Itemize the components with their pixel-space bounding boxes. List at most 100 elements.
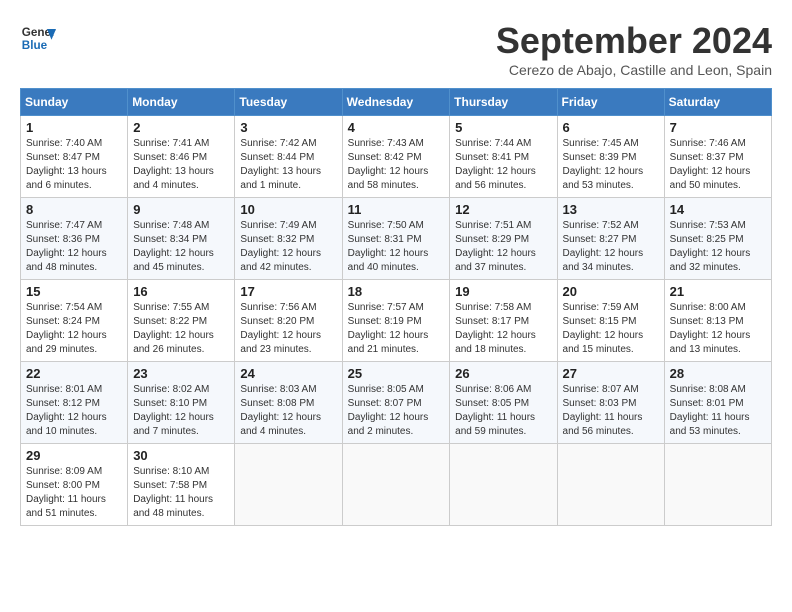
day-info: Sunrise: 7:47 AM Sunset: 8:36 PM Dayligh… (26, 219, 122, 275)
day-number: 11 (348, 202, 445, 217)
month-title: September 2024 (496, 20, 772, 62)
day-info: Sunrise: 7:57 AM Sunset: 8:19 PM Dayligh… (348, 301, 445, 357)
calendar-cell (235, 444, 342, 526)
day-info: Sunrise: 8:02 AM Sunset: 8:10 PM Dayligh… (133, 383, 229, 439)
calendar-cell: 28 Sunrise: 8:08 AM Sunset: 8:01 PM Dayli… (664, 362, 771, 444)
day-info: Sunrise: 7:50 AM Sunset: 8:31 PM Dayligh… (348, 219, 445, 275)
day-info: Sunrise: 8:10 AM Sunset: 7:58 PM Dayligh… (133, 465, 229, 521)
day-info: Sunrise: 8:09 AM Sunset: 8:00 PM Dayligh… (26, 465, 122, 521)
weekday-header-wednesday: Wednesday (342, 89, 450, 116)
weekday-header-thursday: Thursday (450, 89, 557, 116)
calendar-cell: 23 Sunrise: 8:02 AM Sunset: 8:10 PM Dayli… (128, 362, 235, 444)
weekday-header-row: SundayMondayTuesdayWednesdayThursdayFrid… (21, 89, 772, 116)
day-number: 22 (26, 366, 122, 381)
day-number: 13 (563, 202, 659, 217)
calendar-week-4: 22 Sunrise: 8:01 AM Sunset: 8:12 PM Dayli… (21, 362, 772, 444)
day-info: Sunrise: 7:51 AM Sunset: 8:29 PM Dayligh… (455, 219, 551, 275)
calendar-cell: 14 Sunrise: 7:53 AM Sunset: 8:25 PM Dayli… (664, 198, 771, 280)
day-number: 3 (240, 120, 336, 135)
calendar-cell: 30 Sunrise: 8:10 AM Sunset: 7:58 PM Dayli… (128, 444, 235, 526)
day-info: Sunrise: 7:49 AM Sunset: 8:32 PM Dayligh… (240, 219, 336, 275)
day-number: 24 (240, 366, 336, 381)
day-number: 17 (240, 284, 336, 299)
day-number: 19 (455, 284, 551, 299)
calendar-cell: 6 Sunrise: 7:45 AM Sunset: 8:39 PM Daylig… (557, 116, 664, 198)
day-number: 21 (670, 284, 766, 299)
day-info: Sunrise: 7:43 AM Sunset: 8:42 PM Dayligh… (348, 137, 445, 193)
day-number: 16 (133, 284, 229, 299)
calendar-cell: 21 Sunrise: 8:00 AM Sunset: 8:13 PM Dayli… (664, 280, 771, 362)
day-number: 6 (563, 120, 659, 135)
day-number: 5 (455, 120, 551, 135)
calendar-cell: 24 Sunrise: 8:03 AM Sunset: 8:08 PM Dayli… (235, 362, 342, 444)
day-info: Sunrise: 7:44 AM Sunset: 8:41 PM Dayligh… (455, 137, 551, 193)
calendar-cell: 20Sunrise: 7:59 AM Sunset: 8:15 PM Dayli… (557, 280, 664, 362)
day-info: Sunrise: 7:58 AM Sunset: 8:17 PM Dayligh… (455, 301, 551, 357)
day-number: 15 (26, 284, 122, 299)
day-number: 1 (26, 120, 122, 135)
day-info: Sunrise: 7:59 AM Sunset: 8:15 PM Dayligh… (563, 301, 659, 357)
day-info: Sunrise: 8:08 AM Sunset: 8:01 PM Dayligh… (670, 383, 766, 439)
calendar-week-3: 15 Sunrise: 7:54 AM Sunset: 8:24 PM Dayli… (21, 280, 772, 362)
day-info: Sunrise: 7:48 AM Sunset: 8:34 PM Dayligh… (133, 219, 229, 275)
logo: General Blue (20, 20, 56, 56)
calendar-cell: 10Sunrise: 7:49 AM Sunset: 8:32 PM Dayli… (235, 198, 342, 280)
day-info: Sunrise: 8:06 AM Sunset: 8:05 PM Dayligh… (455, 383, 551, 439)
day-info: Sunrise: 8:07 AM Sunset: 8:03 PM Dayligh… (563, 383, 659, 439)
calendar-cell: 7Sunrise: 7:46 AM Sunset: 8:37 PM Daylig… (664, 116, 771, 198)
calendar-cell: 4Sunrise: 7:43 AM Sunset: 8:42 PM Daylig… (342, 116, 450, 198)
day-number: 27 (563, 366, 659, 381)
page-header: General Blue September 2024 Cerezo de Ab… (20, 20, 772, 78)
calendar-cell (342, 444, 450, 526)
calendar-cell: 17Sunrise: 7:56 AM Sunset: 8:20 PM Dayli… (235, 280, 342, 362)
day-number: 2 (133, 120, 229, 135)
day-number: 7 (670, 120, 766, 135)
title-block: September 2024 Cerezo de Abajo, Castille… (496, 20, 772, 78)
day-info: Sunrise: 7:42 AM Sunset: 8:44 PM Dayligh… (240, 137, 336, 193)
calendar-cell: 12Sunrise: 7:51 AM Sunset: 8:29 PM Dayli… (450, 198, 557, 280)
calendar-cell: 29 Sunrise: 8:09 AM Sunset: 8:00 PM Dayli… (21, 444, 128, 526)
calendar-cell: 16Sunrise: 7:55 AM Sunset: 8:22 PM Dayli… (128, 280, 235, 362)
location-title: Cerezo de Abajo, Castille and Leon, Spai… (496, 62, 772, 78)
calendar-week-1: 1Sunrise: 7:40 AM Sunset: 8:47 PM Daylig… (21, 116, 772, 198)
day-info: Sunrise: 8:00 AM Sunset: 8:13 PM Dayligh… (670, 301, 766, 357)
calendar-cell: 22 Sunrise: 8:01 AM Sunset: 8:12 PM Dayli… (21, 362, 128, 444)
calendar-cell: 26Sunrise: 8:06 AM Sunset: 8:05 PM Dayli… (450, 362, 557, 444)
calendar-cell: 2Sunrise: 7:41 AM Sunset: 8:46 PM Daylig… (128, 116, 235, 198)
day-number: 8 (26, 202, 122, 217)
day-number: 9 (133, 202, 229, 217)
calendar-cell: 27 Sunrise: 8:07 AM Sunset: 8:03 PM Dayli… (557, 362, 664, 444)
calendar-cell: 25 Sunrise: 8:05 AM Sunset: 8:07 PM Dayli… (342, 362, 450, 444)
calendar-cell: 11 Sunrise: 7:50 AM Sunset: 8:31 PM Dayli… (342, 198, 450, 280)
day-number: 23 (133, 366, 229, 381)
calendar-table: SundayMondayTuesdayWednesdayThursdayFrid… (20, 88, 772, 526)
day-info: Sunrise: 7:45 AM Sunset: 8:39 PM Dayligh… (563, 137, 659, 193)
day-number: 29 (26, 448, 122, 463)
day-info: Sunrise: 8:05 AM Sunset: 8:07 PM Dayligh… (348, 383, 445, 439)
calendar-cell: 13 Sunrise: 7:52 AM Sunset: 8:27 PM Dayli… (557, 198, 664, 280)
calendar-cell: 3 Sunrise: 7:42 AM Sunset: 8:44 PM Daylig… (235, 116, 342, 198)
day-info: Sunrise: 8:01 AM Sunset: 8:12 PM Dayligh… (26, 383, 122, 439)
day-number: 25 (348, 366, 445, 381)
calendar-week-5: 29 Sunrise: 8:09 AM Sunset: 8:00 PM Dayli… (21, 444, 772, 526)
weekday-header-tuesday: Tuesday (235, 89, 342, 116)
calendar-cell: 19 Sunrise: 7:58 AM Sunset: 8:17 PM Dayli… (450, 280, 557, 362)
calendar-cell: 1Sunrise: 7:40 AM Sunset: 8:47 PM Daylig… (21, 116, 128, 198)
day-info: Sunrise: 8:03 AM Sunset: 8:08 PM Dayligh… (240, 383, 336, 439)
calendar-cell: 15 Sunrise: 7:54 AM Sunset: 8:24 PM Dayli… (21, 280, 128, 362)
day-number: 14 (670, 202, 766, 217)
logo-icon: General Blue (20, 20, 56, 56)
calendar-cell: 9 Sunrise: 7:48 AM Sunset: 8:34 PM Daylig… (128, 198, 235, 280)
day-number: 30 (133, 448, 229, 463)
day-number: 28 (670, 366, 766, 381)
calendar-cell (557, 444, 664, 526)
day-number: 18 (348, 284, 445, 299)
weekday-header-saturday: Saturday (664, 89, 771, 116)
day-info: Sunrise: 7:53 AM Sunset: 8:25 PM Dayligh… (670, 219, 766, 275)
weekday-header-sunday: Sunday (21, 89, 128, 116)
calendar-cell (450, 444, 557, 526)
calendar-cell: 8 Sunrise: 7:47 AM Sunset: 8:36 PM Daylig… (21, 198, 128, 280)
day-info: Sunrise: 7:54 AM Sunset: 8:24 PM Dayligh… (26, 301, 122, 357)
day-info: Sunrise: 7:52 AM Sunset: 8:27 PM Dayligh… (563, 219, 659, 275)
calendar-week-2: 8 Sunrise: 7:47 AM Sunset: 8:36 PM Daylig… (21, 198, 772, 280)
